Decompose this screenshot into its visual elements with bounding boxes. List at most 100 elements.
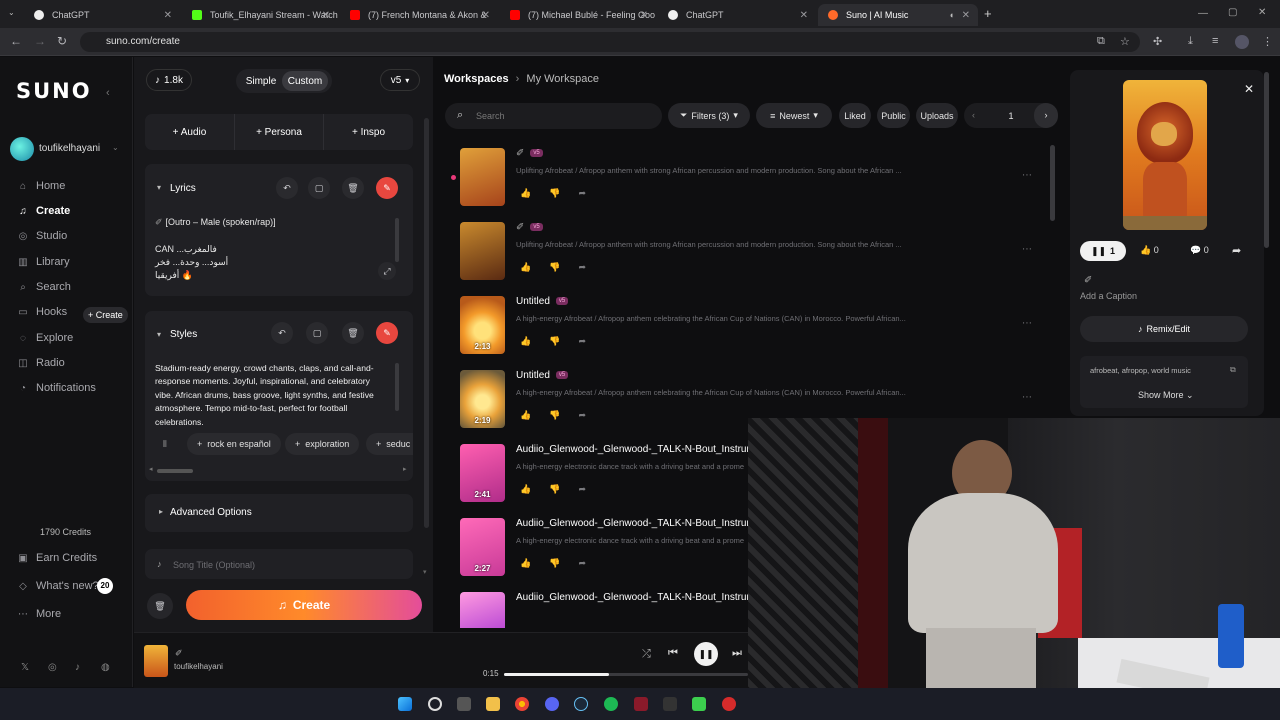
- share-icon[interactable]: ➦: [578, 262, 586, 273]
- scroll-down-icon[interactable]: ▾: [423, 568, 427, 576]
- comment-button[interactable]: 💬 0: [1190, 245, 1209, 256]
- tiktok-icon[interactable]: ♪: [75, 662, 80, 673]
- close-icon[interactable]: ✕: [962, 10, 970, 21]
- steam-icon[interactable]: [574, 697, 588, 711]
- styles-textarea[interactable]: Stadium-ready energy, crowd chants, clap…: [155, 362, 390, 429]
- shuffle-icon[interactable]: ⤮: [642, 648, 651, 661]
- copy-icon[interactable]: ▢: [308, 177, 330, 199]
- app-icon[interactable]: [634, 697, 648, 711]
- x-twitter-icon[interactable]: 𝕏: [21, 662, 29, 673]
- song-row[interactable]: ✐ v5 Uplifting Afrobeat / Afropop anthem w…: [460, 148, 1060, 222]
- play-pause-button[interactable]: ❚❚ 1: [1080, 241, 1126, 261]
- sort-button[interactable]: ≡ Newest ▾: [756, 103, 832, 128]
- close-icon[interactable]: ✕: [322, 10, 330, 21]
- song-title-field[interactable]: ♪ Song Title (Optional): [145, 549, 413, 579]
- epic-games-icon[interactable]: [663, 697, 677, 711]
- song-thumbnail[interactable]: [460, 148, 505, 206]
- hooks-create-button[interactable]: + Create: [83, 307, 128, 323]
- next-icon[interactable]: ⏭: [732, 647, 742, 660]
- player-cover-art[interactable]: [144, 645, 168, 677]
- extensions-icon[interactable]: ✣: [1153, 35, 1162, 48]
- copy-icon[interactable]: ▢: [306, 322, 328, 344]
- thumbs-down-icon[interactable]: 👎: [549, 410, 560, 421]
- trash-icon[interactable]: 🗑: [342, 177, 364, 199]
- next-page-icon[interactable]: ›: [1034, 103, 1058, 128]
- new-tab-button[interactable]: +: [984, 6, 992, 21]
- minimize-icon[interactable]: —: [1198, 8, 1208, 19]
- share-icon[interactable]: ➦: [1232, 244, 1241, 257]
- thumbs-down-icon[interactable]: 👎: [549, 188, 560, 199]
- scroll-left-icon[interactable]: ◂: [149, 465, 153, 473]
- scroll-right-icon[interactable]: ▸: [403, 465, 407, 473]
- more-options-icon[interactable]: ⋯: [1022, 244, 1032, 255]
- thumbs-up-icon[interactable]: 👍: [520, 558, 531, 569]
- magic-wand-icon[interactable]: ✎: [376, 322, 398, 344]
- thumbs-up-icon[interactable]: 👍: [520, 410, 531, 421]
- share-icon[interactable]: ➦: [578, 336, 586, 347]
- song-title[interactable]: Untitled v5: [516, 370, 569, 381]
- filters-button[interactable]: ⏷ Filters (3) ▾: [668, 103, 750, 128]
- add-persona-button[interactable]: + Persona: [234, 114, 324, 150]
- thumbs-down-icon[interactable]: 👎: [549, 558, 560, 569]
- player-artist[interactable]: toufikelhayani: [174, 662, 223, 671]
- add-caption[interactable]: Add a Caption: [1080, 291, 1137, 301]
- song-title[interactable]: Audiio_Glenwood-_Glenwood-_TALK-N-Bout_I…: [516, 444, 777, 455]
- task-view-icon[interactable]: [457, 697, 471, 711]
- forward-icon[interactable]: →: [34, 34, 46, 48]
- tab-list-icon[interactable]: ⌄: [8, 8, 15, 17]
- thumbs-up-icon[interactable]: 👍: [520, 262, 531, 273]
- maximize-icon[interactable]: ▢: [1228, 7, 1237, 18]
- style-tag[interactable]: + seduc: [366, 433, 413, 455]
- discord-icon[interactable]: [545, 697, 559, 711]
- thumbs-down-icon[interactable]: 👎: [549, 336, 560, 347]
- spotify-icon[interactable]: [604, 697, 618, 711]
- reload-icon[interactable]: ↻: [57, 34, 67, 48]
- like-button[interactable]: 👍 0: [1140, 245, 1159, 256]
- url-field[interactable]: suno.com/create: [80, 32, 1140, 52]
- song-thumbnail[interactable]: 2:41: [460, 444, 505, 502]
- nav-search[interactable]: ⌕ Search: [18, 281, 71, 293]
- liked-filter[interactable]: Liked: [839, 103, 871, 128]
- tab-youtube-2[interactable]: (7) Michael Bublé - Feeling Goo ✕: [500, 4, 656, 26]
- window-close-icon[interactable]: ✕: [1258, 7, 1266, 18]
- create-button[interactable]: ♫ Create: [186, 590, 422, 620]
- chevron-down-icon[interactable]: ⌄: [112, 143, 119, 152]
- install-icon[interactable]: ⧉: [1097, 35, 1105, 48]
- nav-hooks[interactable]: ▭ Hooks: [18, 306, 67, 318]
- username[interactable]: toufikelhayani: [39, 143, 100, 154]
- search-input[interactable]: ⌕ Search: [445, 103, 662, 129]
- mode-custom-button[interactable]: Custom: [282, 71, 328, 91]
- song-title[interactable]: Audiio_Glenwood-_Glenwood-_TALK-N-Bout_I…: [516, 518, 777, 529]
- trash-icon[interactable]: 🗑: [342, 322, 364, 344]
- thumbs-up-icon[interactable]: 👍: [520, 336, 531, 347]
- close-icon[interactable]: ✕: [482, 10, 490, 21]
- song-thumbnail[interactable]: 2:27: [460, 518, 505, 576]
- suno-logo[interactable]: SUNO: [16, 79, 92, 103]
- collapse-sidebar-icon[interactable]: ‹: [106, 87, 110, 99]
- song-thumbnail[interactable]: [460, 222, 505, 280]
- share-icon[interactable]: ➦: [578, 484, 586, 495]
- panel-scrollbar[interactable]: [424, 118, 429, 528]
- trash-icon[interactable]: 🗑: [147, 593, 173, 619]
- nav-explore[interactable]: ◌ Explore: [18, 332, 73, 344]
- download-icon[interactable]: ⤓: [1188, 35, 1193, 48]
- nav-create[interactable]: ♫ Create: [18, 205, 70, 217]
- style-tag[interactable]: + exploration: [285, 433, 360, 455]
- nav-home[interactable]: ⌂ Home: [18, 180, 65, 192]
- tab-chatgpt-1[interactable]: ChatGPT ✕: [24, 4, 180, 26]
- thumbs-up-icon[interactable]: 👍: [520, 484, 531, 495]
- version-select[interactable]: v5 ▾: [380, 69, 420, 91]
- lyrics-scrollbar[interactable]: [395, 218, 399, 262]
- song-thumbnail[interactable]: 2:13: [460, 296, 505, 354]
- close-icon[interactable]: ✕: [800, 10, 808, 21]
- song-row[interactable]: ✐ v5 Uplifting Afrobeat / Afropop anthem w…: [460, 222, 1060, 296]
- thumbs-down-icon[interactable]: 👎: [549, 262, 560, 273]
- copy-icon[interactable]: ⧉: [1230, 365, 1236, 375]
- chevron-down-icon[interactable]: ▾: [157, 330, 161, 339]
- prev-page-icon[interactable]: ‹: [972, 110, 975, 120]
- thumbs-down-icon[interactable]: 👎: [549, 484, 560, 495]
- share-icon[interactable]: ➦: [578, 558, 586, 569]
- media-icon[interactable]: ≡: [1212, 35, 1218, 47]
- add-audio-button[interactable]: + Audio: [145, 114, 234, 150]
- share-icon[interactable]: ➦: [578, 410, 586, 421]
